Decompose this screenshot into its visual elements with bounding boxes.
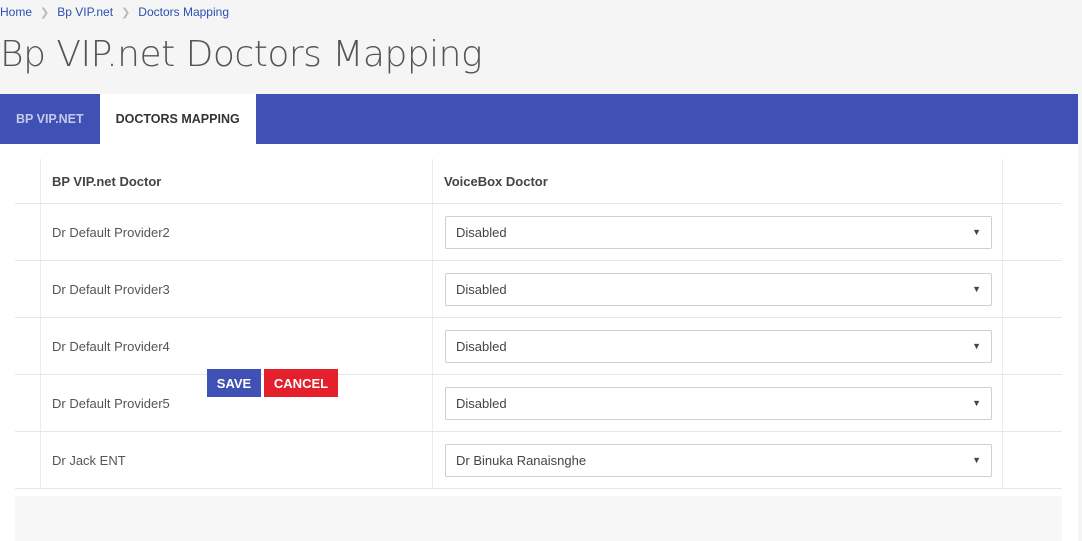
mapping-table: BP VIP.net Doctor VoiceBox Doctor Dr Def… [15, 159, 1062, 489]
select-value: Disabled [456, 224, 507, 240]
form-footer [15, 496, 1062, 541]
voicebox-doctor-select[interactable]: Disabled ▼ [445, 272, 992, 306]
breadcrumb-section-link[interactable]: Bp VIP.net [57, 5, 113, 19]
breadcrumb-home-link[interactable]: Home [0, 5, 32, 19]
caret-down-icon: ▼ [972, 284, 981, 294]
voicebox-doctor-select[interactable]: Disabled ▼ [445, 215, 992, 249]
bp-doctor-name: Dr Jack ENT [41, 432, 433, 488]
voicebox-doctor-select[interactable]: Disabled ▼ [445, 386, 992, 420]
caret-down-icon: ▼ [972, 398, 981, 408]
table-row: Dr Jack ENT Dr Binuka Ranaisnghe ▼ [15, 432, 1062, 489]
table-row: Dr Default Provider4 Disabled ▼ [15, 318, 1062, 375]
save-button[interactable]: SAVE [207, 369, 261, 397]
caret-down-icon: ▼ [972, 227, 981, 237]
column-header-voicebox-doctor: VoiceBox Doctor [433, 159, 1003, 203]
chevron-right-icon: ❯ [121, 6, 131, 19]
mapping-panel: BP VIP.net Doctor VoiceBox Doctor Dr Def… [0, 144, 1078, 541]
cancel-button[interactable]: CANCEL [264, 369, 338, 397]
bp-doctor-name: Dr Default Provider3 [41, 261, 433, 317]
bp-doctor-name: Dr Default Provider4 [41, 318, 433, 374]
tab-doctors-mapping[interactable]: DOCTORS MAPPING [99, 94, 256, 144]
voicebox-doctor-select[interactable]: Disabled ▼ [445, 329, 992, 363]
table-row: Dr Default Provider3 Disabled ▼ [15, 261, 1062, 318]
bp-doctor-name: Dr Default Provider2 [41, 204, 433, 260]
page-title: Bp VIP.net Doctors Mapping [0, 34, 483, 75]
caret-down-icon: ▼ [972, 455, 981, 465]
select-value: Dr Binuka Ranaisnghe [456, 452, 587, 468]
table-header-row: BP VIP.net Doctor VoiceBox Doctor [15, 159, 1062, 204]
table-row: Dr Default Provider2 Disabled ▼ [15, 204, 1062, 261]
chevron-right-icon: ❯ [40, 6, 50, 19]
select-value: Disabled [456, 338, 507, 354]
tab-bar: BP VIP.NET DOCTORS MAPPING [0, 94, 1078, 144]
caret-down-icon: ▼ [972, 341, 981, 351]
tab-bp-vip-net[interactable]: BP VIP.NET [0, 94, 100, 144]
select-value: Disabled [456, 281, 507, 297]
column-header-bp-doctor: BP VIP.net Doctor [41, 159, 433, 203]
breadcrumb: Home ❯ Bp VIP.net ❯ Doctors Mapping [0, 4, 229, 20]
table-row: Dr Default Provider5 Disabled ▼ [15, 375, 1062, 432]
breadcrumb-current-link[interactable]: Doctors Mapping [138, 5, 229, 19]
select-value: Disabled [456, 395, 507, 411]
voicebox-doctor-select[interactable]: Dr Binuka Ranaisnghe ▼ [445, 443, 992, 477]
